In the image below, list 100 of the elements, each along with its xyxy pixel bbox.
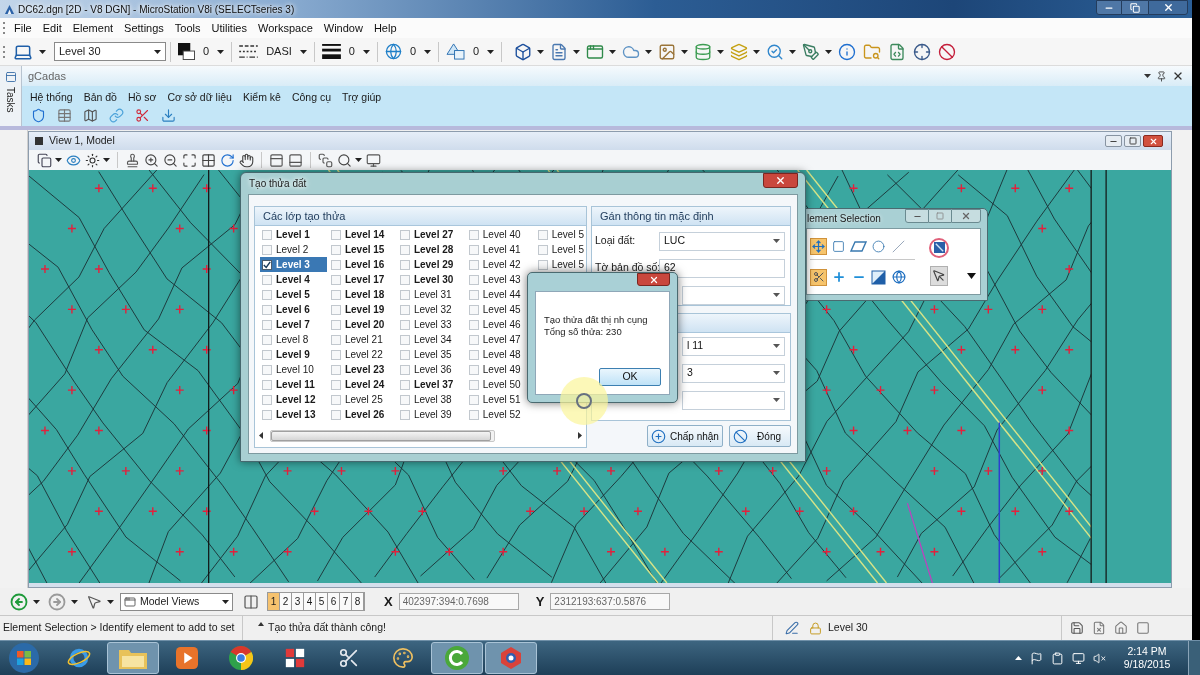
picture-icon[interactable] (658, 42, 677, 61)
prohibited-icon[interactable] (938, 42, 957, 61)
attribute-dropdown[interactable]: 0 (443, 40, 498, 63)
caret-icon[interactable] (299, 49, 307, 54)
caret-icon[interactable] (71, 599, 78, 604)
level-item[interactable]: Level 39 (397, 407, 454, 422)
caret-icon[interactable] (645, 49, 653, 54)
invert-icon[interactable] (870, 268, 887, 286)
view-button[interactable]: 6 (328, 593, 340, 610)
pointer-icon[interactable] (86, 593, 102, 610)
pen-icon[interactable] (785, 621, 799, 635)
caret-icon[interactable] (355, 158, 362, 162)
close-button[interactable] (951, 209, 981, 223)
prohibited-icon[interactable] (733, 428, 748, 444)
level-item[interactable]: Level 6 (260, 302, 312, 317)
level-item[interactable]: Level 5 (535, 257, 586, 272)
level-item[interactable]: Level 1 (260, 227, 312, 242)
scissors-tool-icon[interactable] (810, 268, 827, 286)
level-item[interactable]: Level 21 (328, 332, 385, 347)
menu-item[interactable]: Hệ thống (30, 90, 73, 106)
level-item[interactable]: Level 8 (260, 332, 311, 347)
scrollbar-thumb[interactable] (271, 430, 491, 441)
level-item[interactable]: Level 38 (397, 392, 454, 407)
menu-item[interactable]: Bản đồ (83, 90, 117, 106)
caret-icon[interactable] (33, 599, 40, 604)
minimize-button[interactable] (1096, 0, 1122, 15)
rotate-icon[interactable] (220, 152, 235, 168)
dropdown-field[interactable] (682, 390, 785, 410)
menu-item[interactable]: Cơ sở dữ liệu (167, 90, 232, 106)
dropdown-field[interactable]: LUC (659, 231, 785, 251)
level-item[interactable]: Level 12 (260, 392, 318, 407)
download-icon[interactable] (161, 107, 176, 123)
zoom-out-icon[interactable] (163, 152, 178, 168)
caret-icon[interactable] (487, 49, 495, 54)
caret-icon[interactable] (681, 49, 689, 54)
menu-item[interactable]: Tools (174, 19, 201, 37)
table-icon[interactable] (57, 107, 72, 123)
restore-button[interactable] (1122, 0, 1148, 15)
caret-icon[interactable] (967, 272, 976, 279)
clock-time[interactable]: 2:14 PM (1127, 645, 1167, 658)
level-item[interactable]: Level 44 (466, 287, 523, 302)
level-item[interactable]: Level 18 (328, 287, 387, 302)
move-tool-icon[interactable] (810, 237, 827, 255)
show-desktop-button[interactable] (1188, 641, 1200, 675)
level-item[interactable]: Level 50 (466, 377, 523, 392)
close-button[interactable] (763, 173, 798, 188)
fit-view-icon[interactable] (182, 152, 197, 168)
close-button[interactable] (1148, 0, 1188, 15)
level-item[interactable]: Level 42 (466, 257, 523, 272)
dropdown-field[interactable]: l 11 (682, 336, 785, 356)
caret-icon[interactable] (825, 49, 833, 54)
caret-icon[interactable] (773, 398, 780, 402)
level-item[interactable]: Level 49 (466, 362, 523, 377)
search-icon[interactable] (337, 152, 352, 168)
view-button[interactable]: 2 (280, 593, 292, 610)
window-icon[interactable] (586, 42, 605, 61)
pin-icon[interactable] (1156, 70, 1167, 82)
attribute-dropdown[interactable]: DASI (236, 40, 310, 63)
maximize-icon[interactable] (1128, 137, 1137, 145)
accept-button[interactable]: Chấp nhận (647, 425, 723, 447)
level-item[interactable]: Level 5 (535, 227, 586, 242)
panel-icon[interactable] (4, 71, 17, 83)
monitor-icon[interactable] (366, 152, 381, 168)
pen-icon[interactable] (802, 42, 821, 61)
caret-icon[interactable] (107, 599, 114, 604)
level-item[interactable]: Level 40 (466, 227, 523, 242)
copy-icon[interactable] (37, 152, 52, 168)
level-item[interactable]: Level 14 (328, 227, 387, 242)
search-icon[interactable] (766, 42, 785, 61)
caret-icon[interactable] (103, 158, 110, 162)
hand-icon[interactable] (239, 152, 254, 168)
caret-icon[interactable] (222, 599, 229, 604)
back-icon[interactable] (10, 592, 28, 611)
close-button[interactable] (1143, 135, 1163, 147)
columns-icon[interactable] (243, 593, 259, 610)
restore-icon[interactable] (1130, 2, 1140, 13)
menu-item[interactable]: Edit (42, 19, 62, 37)
level-item[interactable]: Level 47 (466, 332, 523, 347)
dropdown-field[interactable]: 3 (682, 363, 785, 383)
level-item[interactable]: Level 13 (260, 407, 318, 422)
level-item[interactable]: Level 22 (328, 347, 385, 362)
level-item[interactable]: Level 7 (260, 317, 312, 332)
level-item[interactable]: Level 45 (466, 302, 523, 317)
menu-item[interactable]: Window (323, 19, 363, 37)
level-item[interactable]: Level 35 (397, 347, 454, 362)
caret-icon[interactable] (362, 49, 370, 54)
level-item[interactable]: Level 34 (397, 332, 454, 347)
view-button[interactable]: 8 (352, 593, 364, 610)
close-icon[interactable] (1162, 2, 1174, 13)
level-dropdown[interactable]: Level 30 (54, 42, 166, 61)
caret-icon[interactable] (773, 371, 780, 375)
caret-icon[interactable] (424, 49, 432, 54)
caret-icon[interactable] (154, 49, 161, 54)
window-area-icon[interactable] (201, 152, 216, 168)
clock-date[interactable]: 9/18/2015 (1123, 658, 1171, 671)
attribute-dropdown[interactable]: 0 (318, 40, 373, 63)
x-field[interactable]: 402397:394:0.7698 (398, 593, 519, 610)
level-item[interactable]: Level 23 (328, 362, 387, 377)
sun-icon[interactable] (85, 152, 100, 168)
plus-circle-icon[interactable] (651, 428, 666, 444)
